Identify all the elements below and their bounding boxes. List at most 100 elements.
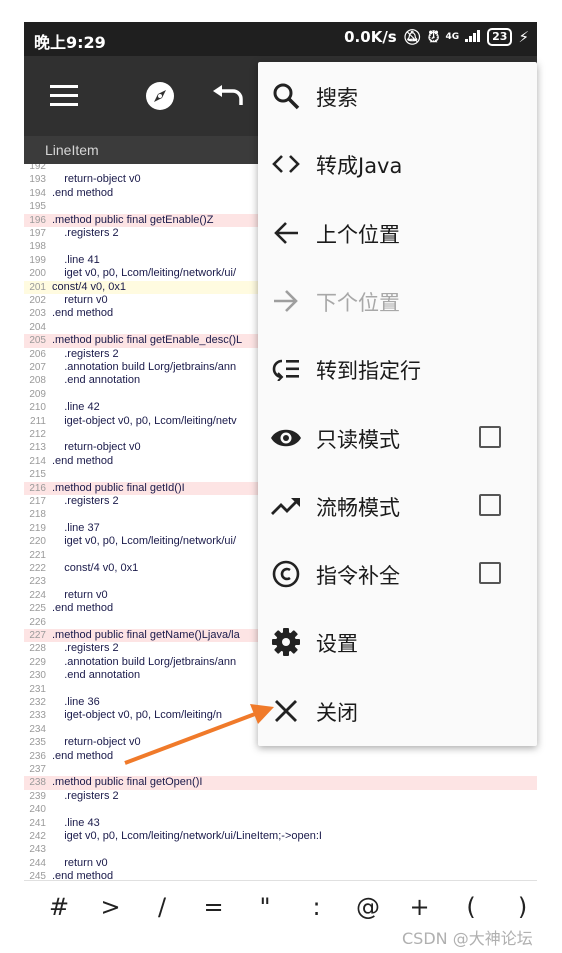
status-bar: 晚上9:29 0.0K/s 🔕︎ ⏰︎ 4G 23 ⚡ <box>24 22 537 56</box>
line-number: 237 <box>29 764 46 775</box>
symbol-key[interactable]: / <box>142 889 182 925</box>
line-number: 208 <box>29 375 46 387</box>
menu-item[interactable]: 转到指定行 <box>258 335 537 403</box>
line-number: 213 <box>29 442 46 454</box>
line-number: 206 <box>29 348 46 360</box>
line-text: return v0 <box>52 294 108 306</box>
line-number: 196 <box>29 214 46 226</box>
menu-item[interactable]: 转成Java <box>258 130 537 198</box>
line-text: .line 41 <box>52 253 100 266</box>
line-number: 220 <box>29 536 46 548</box>
symbol-key[interactable]: + <box>400 889 440 925</box>
status-time: 晚上9:29 <box>34 33 106 52</box>
menu-icon[interactable] <box>44 76 84 116</box>
symbol-key[interactable]: = <box>194 889 234 925</box>
code-line: 243 <box>24 843 537 856</box>
status-icons: 0.0K/s 🔕︎ ⏰︎ 4G 23 ⚡ <box>344 28 529 46</box>
line-number: 233 <box>29 710 46 722</box>
menu-item[interactable]: 只读模式 <box>258 404 537 472</box>
menu-item: 下个位置 <box>258 267 537 335</box>
menu-checkbox[interactable] <box>479 493 501 516</box>
menu-item[interactable]: 指令补全 <box>258 540 537 608</box>
line-number: 202 <box>29 295 46 306</box>
line-number: 215 <box>29 469 46 481</box>
watermark: CSDN @大神论坛 <box>402 929 533 948</box>
line-number: 236 <box>29 750 46 762</box>
compass-icon[interactable] <box>140 76 180 116</box>
line-number: 197 <box>29 228 46 239</box>
code-line: 245 .end method <box>24 870 537 880</box>
line-text: .registers 2 <box>52 495 119 507</box>
line-number: 207 <box>29 362 46 373</box>
code-line: 239 .registers 2 <box>24 790 537 803</box>
gear-icon <box>270 626 302 658</box>
mute-icon: 🔕︎ <box>402 28 422 46</box>
trending-up-icon <box>270 490 302 522</box>
line-number: 194 <box>29 187 46 199</box>
line-text: .end method <box>52 186 114 199</box>
line-number: 230 <box>29 670 46 682</box>
menu-item[interactable]: 关闭 <box>258 677 537 745</box>
symbol-key[interactable]: ( <box>451 889 491 925</box>
line-number: 241 <box>29 817 46 829</box>
close-icon <box>270 695 302 727</box>
line-number: 238 <box>29 777 46 789</box>
symbol-key[interactable]: " <box>245 889 285 925</box>
line-text: const/4 v0, 0x1 <box>52 280 126 293</box>
symbol-key[interactable]: : <box>297 889 337 925</box>
code-line: 241 .line 43 <box>24 817 537 830</box>
symbol-key[interactable]: > <box>91 889 131 925</box>
alarm-icon: ⏰︎ <box>427 28 440 46</box>
line-number: 219 <box>29 522 46 534</box>
menu-item-label: 上个位置 <box>316 222 400 247</box>
code-line: 237 <box>24 763 537 776</box>
line-text: return v0 <box>52 856 108 869</box>
line-number: 204 <box>29 321 46 333</box>
menu-item-label: 流畅模式 <box>316 495 400 520</box>
line-text: return v0 <box>52 588 108 601</box>
menu-checkbox[interactable] <box>479 562 501 585</box>
line-number: 245 <box>29 871 46 880</box>
line-text: iget-object v0, p0, Lcom/leiting/n <box>52 709 222 722</box>
line-text: .line 37 <box>52 521 100 534</box>
menu-item-label: 设置 <box>316 632 358 657</box>
line-text: .registers 2 <box>52 642 119 655</box>
eye-icon <box>270 422 302 454</box>
line-number: 223 <box>29 576 46 588</box>
menu-item-label: 转成Java <box>316 154 403 179</box>
menu-item[interactable]: 上个位置 <box>258 199 537 267</box>
menu-item[interactable]: 设置 <box>258 608 537 676</box>
symbol-key[interactable]: # <box>39 889 79 925</box>
line-number: 195 <box>29 201 46 213</box>
overflow-menu: 搜索转成Java 上个位置下个位置转到指定行只读模式流畅模式指令补全设置关闭 <box>258 62 537 746</box>
line-number: 243 <box>29 844 46 856</box>
menu-item-label: 下个位置 <box>316 290 400 315</box>
line-number: 200 <box>29 268 46 280</box>
line-text: .method public final getId()I <box>52 481 185 494</box>
line-number: 212 <box>29 429 46 440</box>
line-number: 234 <box>29 723 46 735</box>
line-text: .annotation build Lorg/jetbrains/ann <box>52 361 237 373</box>
line-text: .end method <box>52 454 114 467</box>
line-number: 235 <box>29 737 46 749</box>
line-number: 217 <box>29 496 46 507</box>
menu-item-label: 指令补全 <box>316 564 400 589</box>
line-number: 192 <box>29 164 46 172</box>
line-text: .end annotation <box>52 669 141 682</box>
menu-item[interactable]: 搜索 <box>258 62 537 130</box>
line-text: .end method <box>52 749 114 762</box>
menu-item-label: 转到指定行 <box>316 359 421 384</box>
line-number: 209 <box>29 388 46 400</box>
line-number: 218 <box>29 509 46 521</box>
undo-icon[interactable] <box>208 76 248 116</box>
symbol-key[interactable]: ) <box>503 889 538 925</box>
symbol-key[interactable]: @ <box>348 889 388 925</box>
menu-checkbox[interactable] <box>479 425 501 448</box>
line-text: .end method <box>52 870 114 880</box>
code-line: 236 .end method <box>24 750 537 763</box>
line-number: 244 <box>29 857 46 869</box>
line-text: iget-object v0, p0, Lcom/leiting/netv <box>52 414 237 427</box>
line-number: 199 <box>29 254 46 266</box>
line-number: 198 <box>29 241 46 253</box>
menu-item[interactable]: 流畅模式 <box>258 472 537 540</box>
